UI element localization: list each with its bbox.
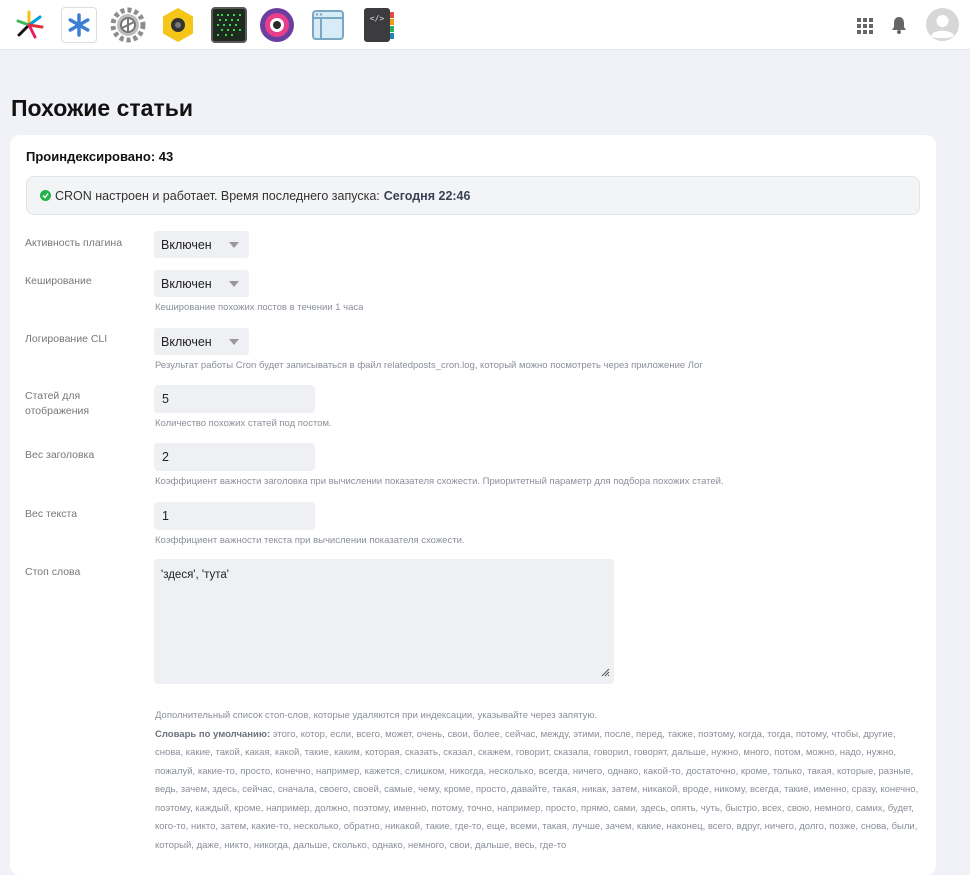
title-weight-input[interactable]: 2 — [154, 443, 315, 471]
hexagon-app-icon[interactable] — [160, 7, 196, 43]
indexed-count: Проиндексировано: 43 — [26, 149, 174, 164]
cli-logging-select[interactable]: Включен — [154, 328, 249, 355]
text-weight-label: Вес текста — [25, 508, 78, 520]
check-circle-icon — [40, 190, 51, 201]
cron-status-box: CRON настроен и работает. Время последне… — [26, 176, 920, 215]
text-weight-hint: Коэффициент важности текста при вычислен… — [155, 535, 465, 546]
caching-label: Кеширование — [25, 275, 92, 287]
cron-last-run: Сегодня 22:46 — [383, 188, 471, 203]
settings-card: Проиндексировано: 43 CRON настроен и раб… — [10, 135, 936, 875]
stop-words-textarea[interactable]: 'здеся', 'тута' — [154, 559, 614, 684]
caching-select[interactable]: Включен — [154, 270, 249, 297]
cron-status-text: CRON настроен и работает. Время последне… — [55, 188, 380, 203]
chevron-down-icon — [229, 339, 239, 345]
stop-words-value: 'здеся', 'тута' — [161, 569, 229, 581]
resize-grip-icon[interactable] — [601, 668, 610, 680]
gear-app-icon[interactable] — [110, 7, 146, 43]
caching-value: Включен — [161, 276, 212, 291]
stop-words-help: Дополнительный список стоп-слов, которые… — [155, 707, 925, 855]
plugin-active-select[interactable]: Включен — [154, 231, 249, 258]
plugin-active-label: Активность плагина — [25, 237, 123, 249]
posts-count-value: 5 — [162, 392, 169, 406]
stop-words-label: Стоп слова — [25, 566, 81, 578]
default-dictionary-label: Словарь по умолчанию: — [155, 728, 271, 740]
text-weight-input[interactable]: 1 — [154, 502, 315, 530]
camera-app-icon[interactable] — [259, 7, 295, 43]
posts-count-hint: Количество похожих статей под постом. — [155, 418, 332, 429]
page-title: Похожие статьи — [11, 95, 193, 121]
terminal-app-icon[interactable] — [211, 7, 247, 43]
cli-logging-value: Включен — [161, 334, 212, 349]
cli-logging-hint: Результат работы Cron будет записываться… — [155, 360, 703, 371]
plugin-active-value: Включен — [161, 237, 212, 252]
code-app-icon[interactable]: </> — [361, 7, 397, 43]
cli-logging-label: Логирование CLI — [25, 333, 108, 345]
top-toolbar: </> — [0, 0, 970, 50]
caching-hint: Кеширование похожих постов в течении 1 ч… — [155, 302, 364, 313]
sparkle-app-icon[interactable] — [11, 7, 47, 43]
grid-icon[interactable] — [856, 17, 874, 35]
title-weight-value: 2 — [162, 450, 169, 464]
svg-text:</>: </> — [370, 14, 385, 23]
avatar-icon[interactable] — [926, 8, 959, 41]
chevron-down-icon — [229, 281, 239, 287]
chevron-down-icon — [229, 242, 239, 248]
asterisk-app-icon[interactable] — [61, 7, 97, 43]
title-weight-label: Вес заголовка — [25, 449, 95, 461]
bell-icon[interactable] — [891, 16, 907, 34]
text-weight-value: 1 — [162, 509, 169, 523]
window-app-icon[interactable] — [310, 7, 346, 43]
stop-words-hint: Дополнительный список стоп-слов, которые… — [155, 710, 598, 721]
default-dictionary-text: этого, котор, если, всего, может, очень,… — [155, 728, 919, 851]
posts-count-label: Статей для отображения — [25, 390, 90, 417]
title-weight-hint: Коэффициент важности заголовка при вычис… — [155, 476, 724, 487]
posts-count-input[interactable]: 5 — [154, 385, 315, 413]
